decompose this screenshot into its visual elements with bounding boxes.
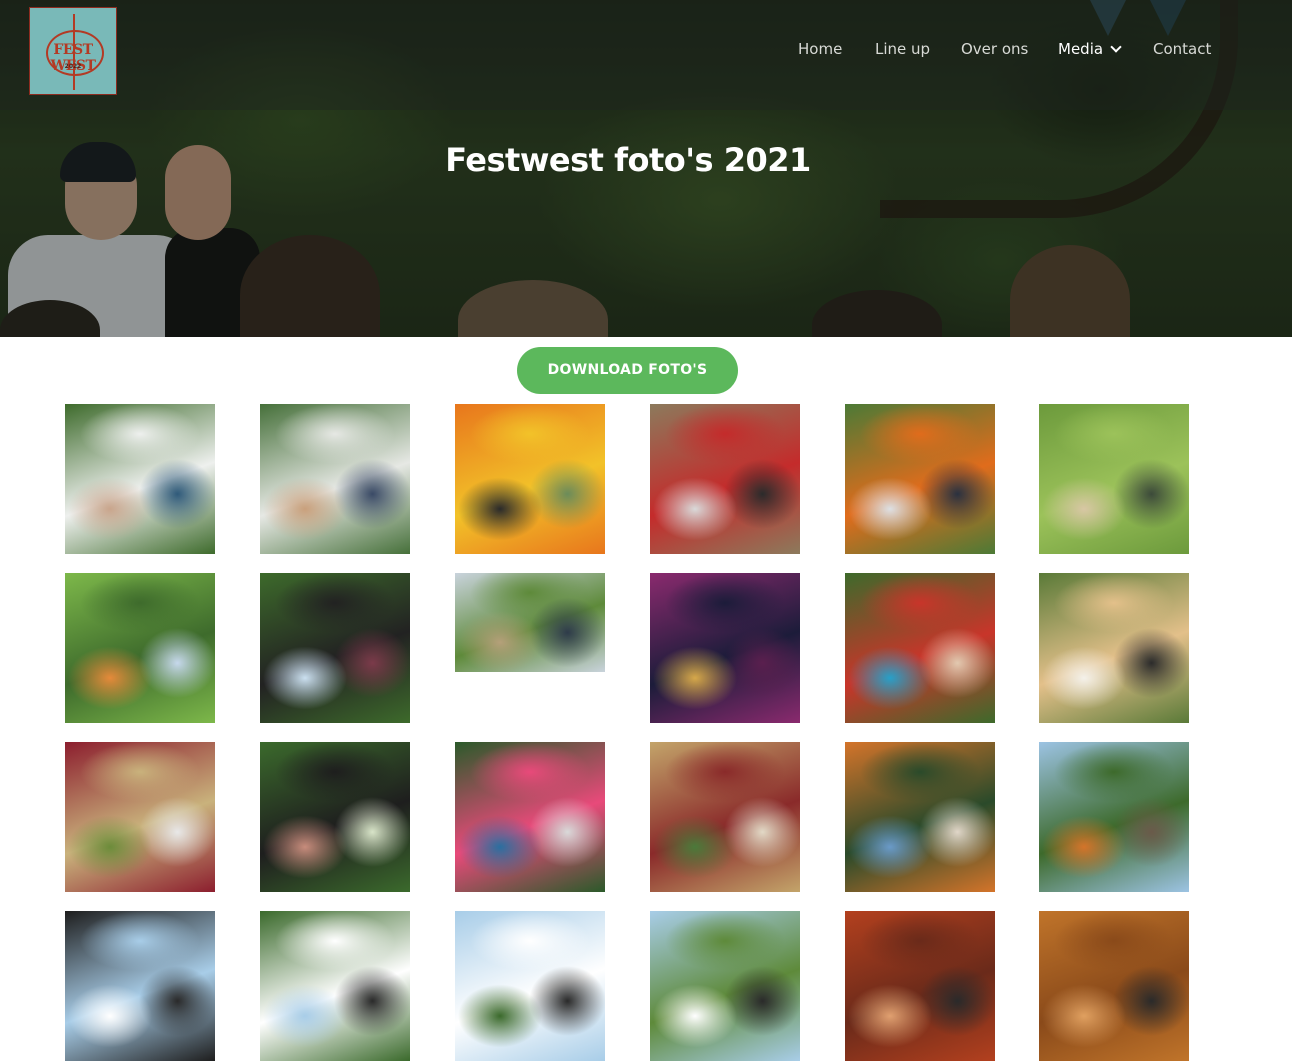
- page-title: Festwest foto's 2021: [445, 141, 811, 179]
- gallery-photo[interactable]: [65, 911, 215, 1061]
- gallery-photo[interactable]: [260, 911, 410, 1061]
- nav-item-label: Line up: [875, 40, 931, 58]
- gallery-photo[interactable]: [845, 404, 995, 554]
- gallery-photo[interactable]: [650, 911, 800, 1061]
- gallery-photo[interactable]: [1039, 404, 1189, 554]
- nav-item-label: Media: [1058, 40, 1104, 58]
- gallery-photo[interactable]: [650, 404, 800, 554]
- nav-item-label: Over ons: [961, 40, 1029, 58]
- gallery-photo[interactable]: [65, 742, 215, 892]
- gallery-photo[interactable]: [845, 911, 995, 1061]
- gallery-photo[interactable]: [260, 404, 410, 554]
- gallery-photo[interactable]: [260, 742, 410, 892]
- gallery-photo[interactable]: [455, 911, 605, 1061]
- main-nav: Home Line up Over ons Media Contact: [0, 40, 1292, 64]
- gallery-photo[interactable]: [65, 404, 215, 554]
- gallery-photo[interactable]: [650, 742, 800, 892]
- gallery-photo[interactable]: [455, 573, 605, 672]
- gallery-photo[interactable]: [455, 742, 605, 892]
- nav-item-media[interactable]: Media: [1058, 40, 1122, 58]
- gallery-photo[interactable]: [650, 573, 800, 723]
- logo-year: 2022: [64, 63, 82, 70]
- nav-item-home[interactable]: Home: [798, 40, 842, 58]
- nav-item-label: Contact: [1153, 40, 1212, 58]
- download-photos-button[interactable]: DOWNLOAD FOTO'S: [517, 347, 738, 394]
- gallery-photo[interactable]: [1039, 911, 1189, 1061]
- nav-item-contact[interactable]: Contact: [1153, 40, 1211, 58]
- gallery-photo[interactable]: [65, 573, 215, 723]
- gallery-photo[interactable]: [845, 573, 995, 723]
- gallery-photo[interactable]: [845, 742, 995, 892]
- gallery-photo[interactable]: [455, 404, 605, 554]
- nav-item-over-ons[interactable]: Over ons: [961, 40, 1028, 58]
- gallery-photo[interactable]: [260, 573, 410, 723]
- nav-item-label: Home: [798, 40, 843, 58]
- gallery-photo[interactable]: [1039, 742, 1189, 892]
- chevron-down-icon: [1110, 41, 1122, 53]
- gallery-photo[interactable]: [1039, 573, 1189, 723]
- nav-item-line-up[interactable]: Line up: [875, 40, 930, 58]
